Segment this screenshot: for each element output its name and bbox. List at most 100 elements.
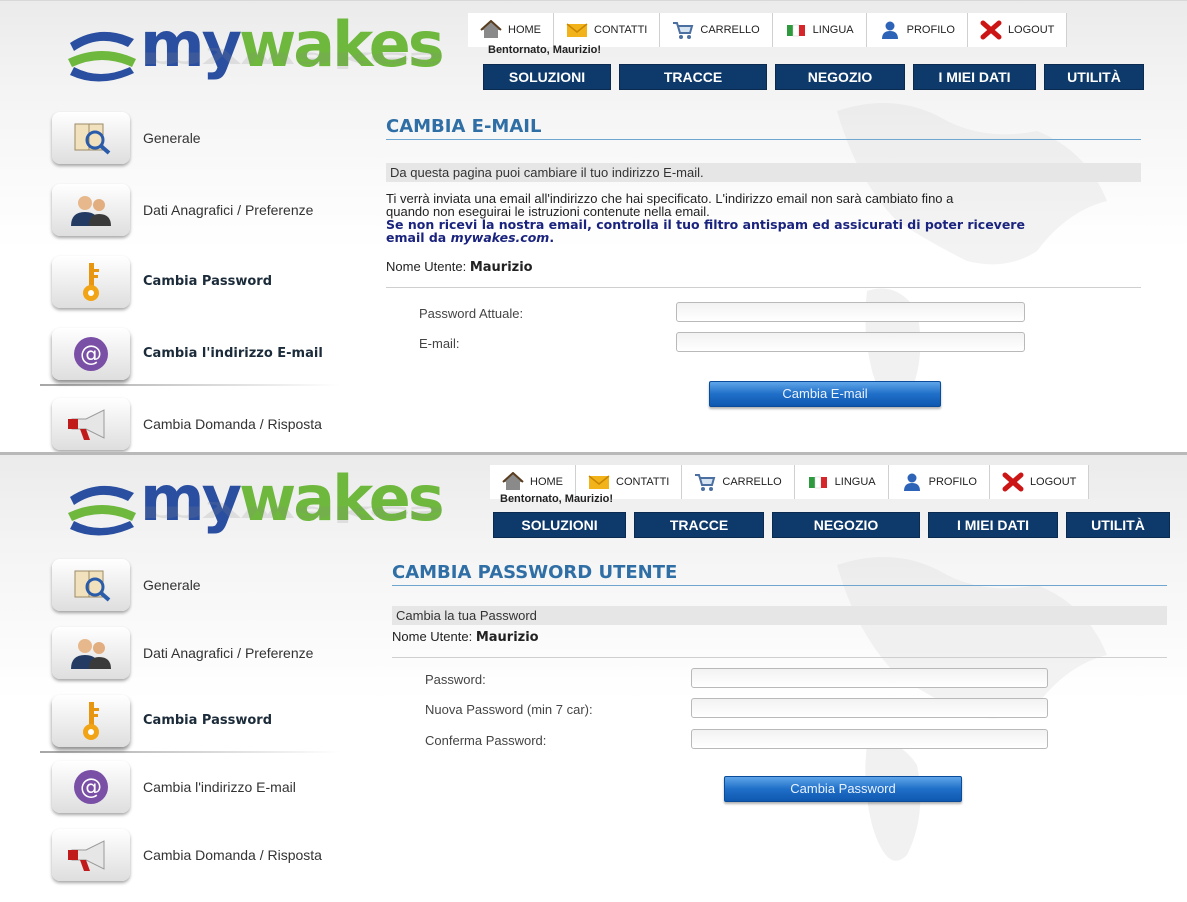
- nav-utilita[interactable]: UTILITÀ: [1044, 64, 1144, 90]
- mywakes-logo[interactable]: mywakes mywakes: [62, 8, 445, 101]
- logo-wordmark: mywakes: [140, 8, 445, 81]
- nav-miei-dati[interactable]: I MIEI DATI: [928, 512, 1058, 538]
- italian-flag-icon: [786, 24, 805, 37]
- intro-text: Da questa pagina puoi cambiare il tuo in…: [386, 163, 1141, 182]
- domain-link: mywakes.com: [450, 230, 550, 245]
- username-line: Nome Utente: Maurizio: [392, 629, 539, 645]
- current-password-row: Password Attuale:: [386, 302, 1086, 326]
- top-menu-carrello[interactable]: CARRELLO: [682, 465, 795, 499]
- antispam-warning-line-2: email da mywakes.com.: [386, 230, 555, 245]
- current-password-label: Password Attuale:: [419, 306, 524, 321]
- password-row: Password:: [392, 668, 1092, 692]
- username-value: Maurizio: [475, 630, 539, 645]
- logout-x-icon: [980, 20, 1002, 40]
- submit-change-password-button[interactable]: Cambia Password: [724, 776, 962, 802]
- email-input[interactable]: [676, 332, 1025, 352]
- confirm-password-input[interactable]: [691, 729, 1048, 749]
- top-menu-logout[interactable]: LOGOUT: [967, 13, 1068, 47]
- logo-reflection: mywakes: [140, 501, 442, 527]
- sidebar-item-domanda-risposta[interactable]: Cambia Domanda / Risposta: [0, 823, 370, 883]
- top-menu-profilo[interactable]: PROFILO: [866, 13, 968, 47]
- sidebar-item-label: Dati Anagrafici / Preferenze: [143, 202, 314, 218]
- home-icon: [502, 472, 524, 490]
- sidebar-item-dati-anagrafici[interactable]: Dati Anagrafici / Preferenze: [0, 178, 370, 238]
- password-input[interactable]: [691, 668, 1048, 688]
- top-menu-lingua[interactable]: LINGUA: [794, 465, 889, 499]
- username-line: Nome Utente: Maurizio: [386, 259, 533, 275]
- sidebar-item-label: Cambia Domanda / Risposta: [143, 847, 322, 863]
- svg-text:@: @: [80, 775, 102, 800]
- nav-tracce[interactable]: TRACCE: [619, 64, 767, 90]
- sidebar-item-label: Cambia Password: [143, 274, 273, 289]
- sidebar-item-label: Cambia l'indirizzo E-mail: [143, 779, 296, 795]
- megaphone-icon: [52, 398, 130, 450]
- logo-swirl-icon: [68, 485, 136, 536]
- new-password-label: Nuova Password (min 7 car):: [425, 702, 593, 717]
- sidebar-item-generale[interactable]: Generale: [0, 553, 370, 613]
- email-label: E-mail:: [419, 336, 460, 351]
- main-nav: SOLUZIONI TRACCE NEGOZIO I MIEI DATI UTI…: [493, 512, 1170, 538]
- sidebar-item-label: Cambia Domanda / Risposta: [143, 416, 322, 432]
- logo-reflection: mywakes: [140, 47, 442, 73]
- confirm-password-label: Conferma Password:: [425, 733, 547, 748]
- user-icon: [881, 21, 898, 39]
- sidebar-item-label: Generale: [143, 577, 201, 593]
- email-row: E-mail:: [386, 332, 1086, 356]
- magnifier-book-icon: [52, 112, 130, 164]
- nav-utilita[interactable]: UTILITÀ: [1066, 512, 1170, 538]
- sidebar-item-cambia-password[interactable]: Cambia Password: [0, 250, 370, 310]
- envelope-icon: [588, 475, 610, 489]
- submit-change-email-button[interactable]: Cambia E-mail: [709, 381, 941, 407]
- logout-x-icon: [1002, 472, 1024, 492]
- password-change-panel: CAMBIA PASSWORD UTENTE Cambia la tua Pas…: [392, 562, 1167, 808]
- password-label: Password:: [425, 672, 486, 687]
- at-sign-icon: @: [52, 761, 130, 813]
- cart-icon: [673, 22, 694, 39]
- users-icon: [52, 627, 130, 679]
- sidebar-item-cambia-email[interactable]: @ Cambia l'indirizzo E-mail: [0, 322, 370, 386]
- nav-miei-dati[interactable]: I MIEI DATI: [913, 64, 1036, 90]
- italian-flag-icon: [808, 476, 827, 489]
- email-change-screen: mywakes mywakes HOME CONTATTI CARRELLO L…: [0, 0, 1187, 453]
- password-change-screen: mywakes mywakes HOME CONTATTI CARRELLO L…: [0, 452, 1187, 902]
- cart-icon: [695, 474, 716, 491]
- sidebar-item-dati-anagrafici[interactable]: Dati Anagrafici / Preferenze: [0, 621, 370, 681]
- nav-negozio[interactable]: NEGOZIO: [775, 64, 905, 90]
- sidebar-item-cambia-email[interactable]: @ Cambia l'indirizzo E-mail: [0, 755, 370, 815]
- logo-wordmark: mywakes: [140, 462, 445, 535]
- users-icon: [52, 184, 130, 236]
- magnifier-book-icon: [52, 559, 130, 611]
- user-icon: [903, 473, 920, 491]
- page-title: CAMBIA PASSWORD UTENTE: [392, 562, 1167, 586]
- key-icon: [52, 695, 130, 747]
- top-menu-lingua[interactable]: LINGUA: [772, 13, 867, 47]
- at-sign-icon: @: [52, 328, 130, 380]
- mywakes-logo[interactable]: mywakes mywakes: [62, 462, 445, 555]
- sidebar-item-domanda-risposta[interactable]: Cambia Domanda / Risposta: [0, 392, 370, 452]
- nav-soluzioni[interactable]: SOLUZIONI: [493, 512, 626, 538]
- new-password-input[interactable]: [691, 698, 1048, 718]
- top-menu-profilo[interactable]: PROFILO: [888, 465, 990, 499]
- top-menu-logout[interactable]: LOGOUT: [989, 465, 1090, 499]
- megaphone-icon: [52, 829, 130, 881]
- home-icon: [480, 20, 502, 38]
- main-nav: SOLUZIONI TRACCE NEGOZIO I MIEI DATI UTI…: [483, 64, 1144, 90]
- email-change-panel: CAMBIA E-MAIL Da questa pagina puoi camb…: [386, 116, 1141, 408]
- top-menu: HOME CONTATTI CARRELLO LINGUA PROFILO LO…: [468, 13, 1068, 47]
- envelope-icon: [566, 23, 588, 37]
- current-password-input[interactable]: [676, 302, 1025, 322]
- nav-negozio[interactable]: NEGOZIO: [772, 512, 920, 538]
- key-icon: [52, 256, 130, 308]
- sidebar-item-label: Cambia Password: [143, 713, 273, 728]
- confirm-password-row: Conferma Password:: [392, 729, 1092, 753]
- top-menu-carrello[interactable]: CARRELLO: [660, 13, 773, 47]
- sidebar-item-cambia-password[interactable]: Cambia Password: [0, 689, 370, 753]
- sidebar-item-label: Dati Anagrafici / Preferenze: [143, 645, 314, 661]
- welcome-message: Bentornato, Maurizio!: [488, 44, 602, 56]
- nav-soluzioni[interactable]: SOLUZIONI: [483, 64, 611, 90]
- new-password-row: Nuova Password (min 7 car):: [392, 698, 1092, 722]
- sidebar-item-generale[interactable]: Generale: [0, 106, 370, 166]
- top-menu-contatti[interactable]: CONTATTI: [554, 13, 661, 47]
- nav-tracce[interactable]: TRACCE: [634, 512, 764, 538]
- top-menu-home[interactable]: HOME: [468, 13, 554, 47]
